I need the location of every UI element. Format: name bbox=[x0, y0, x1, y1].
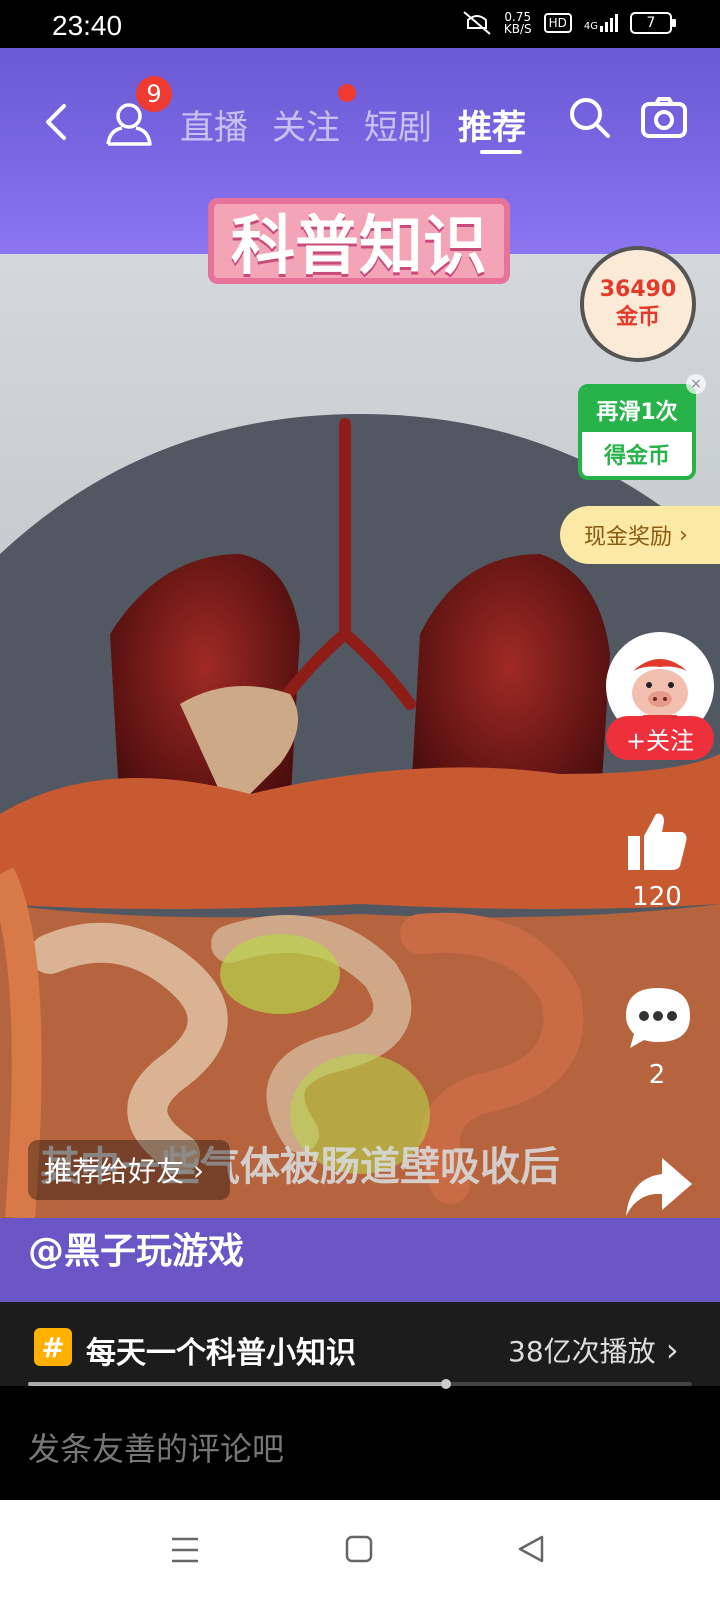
tab-short-drama[interactable]: 短剧 bbox=[364, 100, 432, 149]
net-speed: 0.75 KB/S bbox=[503, 10, 532, 36]
follow-red-dot bbox=[338, 84, 356, 102]
author-name[interactable]: @黑子玩游戏 bbox=[28, 1222, 244, 1274]
comment-icon[interactable] bbox=[622, 984, 694, 1054]
hashtag-icon: # bbox=[34, 1328, 72, 1366]
active-tab-indicator bbox=[480, 150, 522, 154]
play-count[interactable]: 38亿次播放 › bbox=[508, 1330, 679, 1370]
topic-title[interactable]: 每天一个科普小知识 bbox=[86, 1328, 356, 1372]
system-nav-bar bbox=[0, 1500, 720, 1600]
progress-bar[interactable] bbox=[28, 1382, 692, 1386]
chevron-right-icon: › bbox=[184, 1153, 205, 1187]
back-nav-icon[interactable] bbox=[516, 1534, 546, 1564]
top-nav: 直播 关注 短剧 推荐 bbox=[0, 88, 720, 158]
progress-knob[interactable] bbox=[441, 1379, 452, 1389]
hd-icon: HD bbox=[543, 13, 572, 33]
search-icon[interactable] bbox=[568, 96, 612, 140]
chevron-right-icon: › bbox=[672, 522, 688, 548]
notification-badge: 9 bbox=[136, 76, 172, 112]
battery-icon: 7 bbox=[630, 12, 676, 34]
follow-button[interactable]: +关注 bbox=[606, 716, 714, 760]
tab-follow[interactable]: 关注 bbox=[272, 100, 340, 149]
chevron-right-icon: › bbox=[655, 1331, 679, 1369]
cash-reward-button[interactable]: 现金奖励 › bbox=[560, 506, 720, 564]
comment-input[interactable]: 发条友善的评论吧 bbox=[28, 1424, 284, 1470]
status-bar: 23:40 0.75 KB/S HD 4G 7 bbox=[0, 0, 720, 48]
status-icons: 0.75 KB/S HD 4G 7 bbox=[462, 10, 676, 36]
video-banner: 科普知识 bbox=[208, 198, 510, 284]
comment-count: 2 bbox=[648, 1060, 666, 1090]
share-icon[interactable] bbox=[622, 1154, 694, 1220]
camera-icon[interactable] bbox=[640, 96, 688, 140]
close-icon[interactable]: × bbox=[686, 374, 706, 394]
recommend-to-friend-button[interactable]: 推荐给好友 › bbox=[28, 1140, 230, 1200]
like-icon[interactable] bbox=[622, 806, 692, 876]
mute-icon bbox=[463, 11, 491, 35]
coin-counter[interactable]: 36490 金币 bbox=[580, 246, 696, 362]
back-icon[interactable] bbox=[38, 102, 78, 142]
menu-icon[interactable] bbox=[170, 1536, 200, 1564]
tab-live[interactable]: 直播 bbox=[180, 100, 248, 149]
home-icon[interactable] bbox=[344, 1534, 374, 1564]
signal-icon: 4G bbox=[584, 14, 618, 32]
slide-reward-card[interactable]: 再滑1次 得金币 bbox=[578, 384, 696, 480]
tab-recommend[interactable]: 推荐 bbox=[458, 100, 526, 149]
status-time: 23:40 bbox=[52, 10, 123, 41]
like-count: 120 bbox=[632, 882, 682, 912]
